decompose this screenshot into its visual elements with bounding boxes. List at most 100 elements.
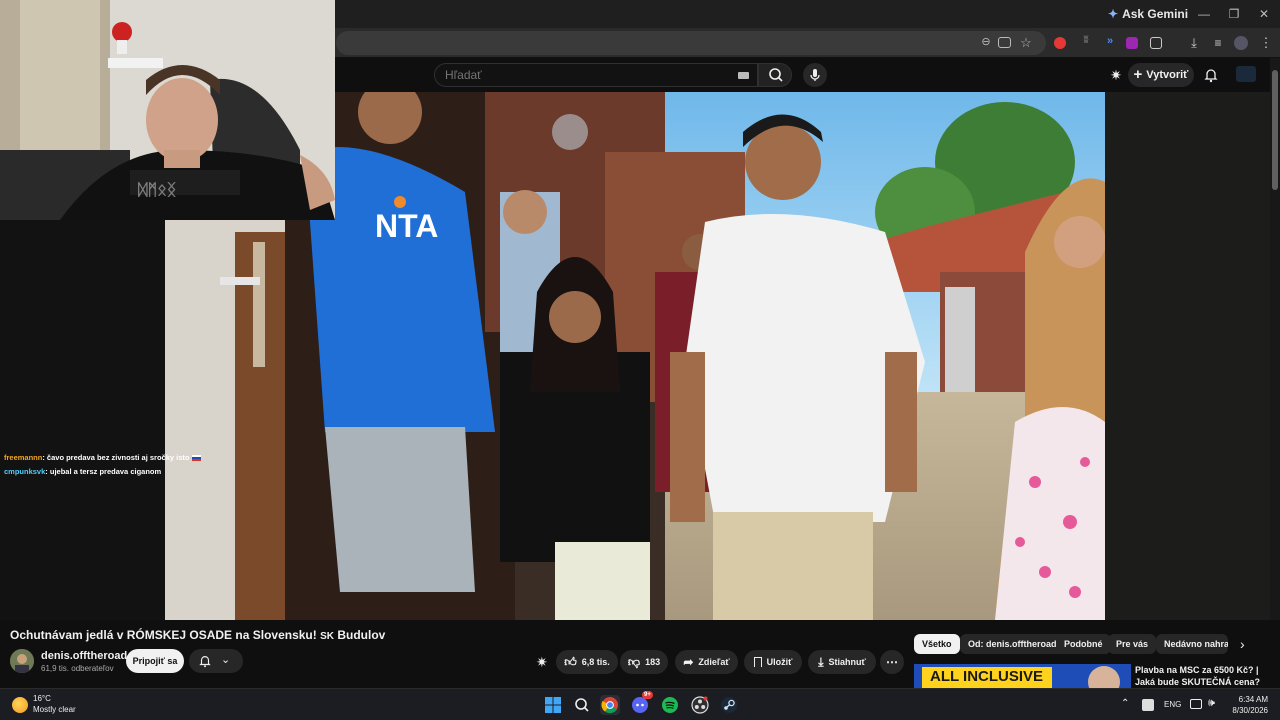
profile-avatar-icon[interactable] [1234,36,1248,50]
svg-text:ᛞᛗᛟᛝ: ᛞᛗᛟᛝ [138,182,177,199]
bookmark-icon [753,657,762,667]
weather-description: Mostly clear [33,705,76,714]
voice-search-button[interactable] [803,63,827,87]
plus-icon: + [1133,66,1143,83]
create-label: Vytvoriť [1146,69,1189,81]
video-title: Ochutnávam jedlá v RÓMSKEJ OSADE na Slov… [10,628,385,642]
system-clock[interactable]: 6:34 AM 8/30/2026 [1226,694,1268,716]
channel-avatar[interactable] [10,649,34,673]
notifications-bell-icon[interactable] [1203,67,1219,88]
keyboard-icon[interactable] [738,72,749,79]
page-scrollbar[interactable] [1270,58,1280,688]
discord-icon[interactable]: 9+ [630,691,653,715]
shirt-print-text: NTA [375,208,438,244]
ask-gemini-button[interactable]: ✦ Ask Gemini [1108,6,1188,22]
zoom-icon[interactable]: ⊖ [978,35,994,51]
clock-date: 8/30/2026 [1232,706,1268,715]
recommendation-thumb-text: ALL INCLUSIVE [930,668,1044,685]
extensions-puzzle-icon[interactable] [1150,37,1162,49]
chip-for-you[interactable]: Pre vás [1108,634,1157,654]
thumbs-up-icon: 👍︎ [564,654,577,669]
download-icon[interactable]: ⤓ [1186,35,1202,51]
dislike-button[interactable]: 👎︎ 183 [620,650,668,674]
obs-icon[interactable] [690,695,710,715]
search-box [434,63,758,87]
clock-time: 6:34 AM [1238,695,1268,704]
chat-text: : čavo predava bez zivnosti aj sročky is… [42,453,190,462]
save-button[interactable]: Uložiť [744,650,802,674]
create-button[interactable]: + Vytvoriť [1128,63,1194,87]
browser-menu-icon[interactable]: ⋮ [1258,35,1274,51]
chip-all[interactable]: Všetko [914,634,960,654]
chat-message: cmpunksvk: ujebal a tersz predava cigano… [4,467,161,476]
tray-app-icon[interactable] [1142,699,1154,711]
extension-gray-icon[interactable]: ʬ [1078,35,1094,51]
bookmark-star-icon[interactable]: ☆ [1018,35,1034,51]
media-control-icon[interactable]: ≡ [1210,35,1226,51]
spotify-icon[interactable] [660,695,680,715]
taskbar-search-icon[interactable] [572,695,592,715]
restore-icon[interactable]: ❐ [1226,6,1242,22]
streamer-webcam: ᛞᛗᛟᛝ [0,0,335,220]
chat-username: freemannn [4,453,43,462]
ai-sparkle-icon[interactable]: ✷ [1108,67,1124,83]
recommendation-thumbnail[interactable]: ALL INCLUSIVE [914,664,1131,688]
chat-message: freemannn: čavo predava bez zivnosti aj … [4,453,201,462]
search-input[interactable] [435,64,725,86]
minimize-icon[interactable]: — [1196,6,1212,22]
weather-temperature: 16°C [33,694,51,703]
thumbs-down-icon: 👎︎ [627,654,641,669]
like-button[interactable]: 👍︎ 6,8 tis. [556,650,618,674]
chevron-right-icon[interactable]: › [1240,636,1245,652]
input-language[interactable]: ENG [1164,700,1181,709]
ai-ask-icon[interactable]: ✷ [536,655,548,669]
more-horizontal-icon: ⋯ [886,655,898,669]
search-icon [769,68,783,82]
dislike-count: 183 [645,657,661,667]
share-arrow-icon: ➦ [683,655,694,669]
download-button[interactable]: ⤓ Stiahnuť [808,650,876,674]
extension-red-icon[interactable] [1054,37,1066,49]
weather-icon[interactable] [12,697,28,713]
download-arrow-icon: ⤓ [818,654,824,669]
subscriber-count: 61,9 tis. odberateľov [41,664,114,673]
volume-icon[interactable]: 🕪︎ [1208,697,1215,710]
player-side-panel [1105,92,1270,620]
windows-start-icon[interactable] [543,695,563,715]
search-button[interactable] [758,63,792,87]
like-count: 6,8 tis. [581,657,610,667]
channel-name[interactable]: denis.offtheroad [41,650,127,662]
slovak-flag-icon [191,455,201,462]
scrollbar-thumb[interactable] [1272,70,1278,190]
video-metadata-area: Ochutnávam jedlá v RÓMSKEJ OSADE na Slov… [0,620,1280,699]
chip-recently-uploaded[interactable]: Nedávno nahrané [1156,634,1228,654]
account-avatar[interactable] [1236,66,1256,82]
subscription-bell-button[interactable]: ⌄ [189,649,243,673]
steam-icon[interactable] [719,695,739,715]
discord-notification-badge: 9+ [642,691,653,699]
bell-icon [199,656,211,668]
address-bar[interactable] [336,31,1046,55]
cast-icon[interactable] [998,37,1011,48]
chevron-down-icon: ⌄ [221,654,231,666]
join-button[interactable]: Pripojiť sa [126,649,184,673]
video-title-suffix: Budulov [334,628,386,642]
extension-purple-icon[interactable] [1126,37,1138,49]
tray-overflow-chevron-icon[interactable]: ⌃ [1121,698,1129,709]
network-icon[interactable] [1190,699,1202,709]
webcam-illustration: ᛞᛗᛟᛝ [0,0,335,220]
more-actions-button[interactable]: ⋯ [880,650,904,674]
ask-gemini-label: Ask Gemini [1122,7,1189,21]
chrome-icon[interactable] [600,695,620,715]
windows-taskbar: 16°C Mostly clear 9+ ⌃ ENG 🕪︎ 6:34 AM 8/… [0,688,1280,720]
chat-text: : ujebal a tersz predava ciganom [45,467,162,476]
download-label: Stiahnuť [828,657,866,667]
video-title-text: Ochutnávam jedlá v RÓMSKEJ OSADE na Slov… [10,628,321,642]
close-icon[interactable]: ✕ [1256,6,1272,22]
extension-blue-icon[interactable]: » [1102,35,1118,51]
chip-from-channel[interactable]: Od: denis.offtheroad [960,634,1065,654]
chip-related[interactable]: Podobné [1056,634,1111,654]
share-button[interactable]: ➦ Zdieľať [675,650,738,674]
microphone-icon [810,69,820,81]
save-label: Uložiť [766,657,793,667]
